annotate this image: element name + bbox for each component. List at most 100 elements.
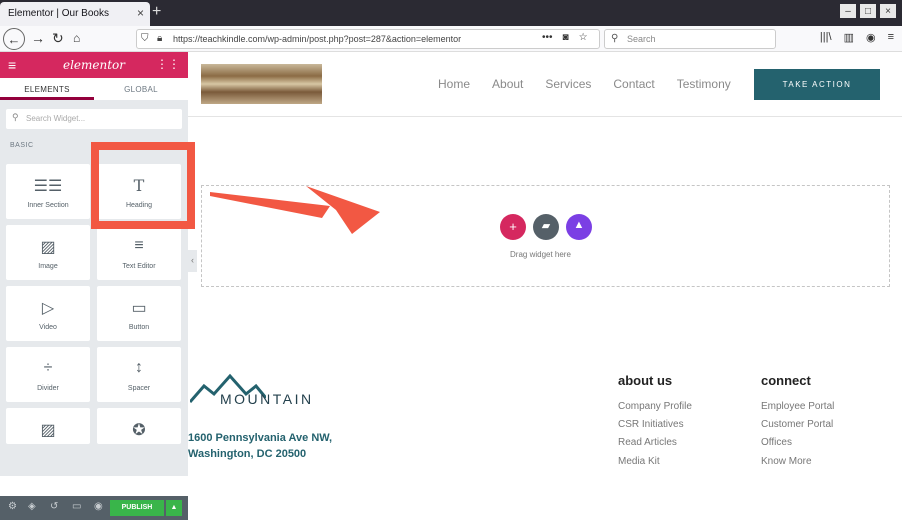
search-placeholder: Search	[627, 34, 656, 44]
panel-footer: ⚙ ◈ ↺ ▭ ◉ PUBLISH ▲	[0, 496, 188, 520]
bookmark-star-icon[interactable]: ☆	[579, 32, 588, 43]
footer-link[interactable]: Media Kit	[618, 456, 660, 467]
browser-tab[interactable]: Elementor | Our Books ×	[0, 2, 150, 26]
footer-link[interactable]: Know More	[761, 456, 812, 467]
footer-link[interactable]: Offices	[761, 437, 792, 448]
url-actions: ••• ◙ ☆	[542, 32, 588, 43]
widget-spacer[interactable]: ↕ Spacer	[97, 347, 181, 402]
image-box-icon: ▨	[40, 422, 56, 439]
widget-image[interactable]: ▨ Image	[6, 225, 90, 280]
maximize-icon[interactable]: □	[860, 4, 876, 18]
widget-text-editor[interactable]: ≡ Text Editor	[97, 225, 181, 280]
widget-label: Image	[38, 263, 58, 270]
widget-video[interactable]: ▷ Video	[6, 286, 90, 341]
url-text: https://teachkindle.com/wp-admin/post.ph…	[173, 34, 462, 44]
header-divider	[188, 116, 902, 117]
ai-assistant-icon[interactable]: ▲	[566, 214, 592, 240]
columns-icon: ☰☰	[33, 178, 63, 195]
tab-elements[interactable]: ELEMENTS	[0, 78, 94, 100]
divider-icon: ÷	[43, 359, 53, 376]
spacer-icon: ↕	[135, 359, 143, 376]
settings-icon[interactable]: ⚙	[8, 501, 17, 512]
footer-address: 1600 Pennsylvania Ave NW, Washington, DC…	[188, 430, 332, 462]
footer-link[interactable]: Employee Portal	[761, 401, 834, 412]
nav-services[interactable]: Services	[545, 77, 591, 91]
page-actions-icon[interactable]: •••	[542, 32, 553, 43]
take-action-button[interactable]: TAKE ACTION	[754, 69, 880, 100]
footer-connect-title: connect	[761, 373, 811, 388]
widget-icon[interactable]: ✪	[97, 408, 181, 444]
responsive-icon[interactable]: ▭	[72, 501, 81, 512]
url-bar[interactable]: ⛉ 🔒︎ https://teachkindle.com/wp-admin/po…	[136, 29, 600, 49]
video-icon: ▷	[41, 300, 55, 317]
widget-image-box[interactable]: ▨	[6, 408, 90, 444]
image-icon: ▨	[40, 239, 56, 256]
footer-link[interactable]: Company Profile	[618, 401, 692, 412]
tab-title: Elementor | Our Books	[8, 8, 109, 19]
section-label-basic: BASIC	[10, 142, 34, 149]
site-logo-image	[201, 64, 322, 104]
nav-testimony[interactable]: Testimony	[677, 77, 731, 91]
star-icon: ✪	[132, 422, 146, 439]
shield-icon: ⛉	[141, 33, 149, 44]
browser-tab-bar: Elementor | Our Books × + – □ ×	[0, 0, 902, 26]
drop-zone-text: Drag widget here	[510, 250, 571, 259]
widget-label: Inner Section	[27, 202, 69, 209]
search-icon: ⚲	[12, 112, 19, 122]
publish-button[interactable]: PUBLISH	[110, 500, 164, 516]
tab-global[interactable]: GLOBAL	[94, 78, 188, 100]
add-section-icon[interactable]: +	[500, 214, 526, 240]
search-input[interactable]: ⚲ Search	[604, 29, 776, 49]
pocket-icon[interactable]: ◙	[563, 32, 569, 43]
forward-icon[interactable]: →	[31, 30, 45, 46]
window-controls: – □ ×	[840, 4, 896, 18]
footer-about-title: about us	[618, 373, 673, 388]
browser-nav-bar: ← → ↻ ⌂ ⛉ 🔒︎ https://teachkindle.com/wp-…	[0, 26, 902, 52]
pointer-arrow-icon	[210, 186, 380, 234]
menu-icon[interactable]: ≡	[888, 31, 894, 44]
collapse-panel-icon[interactable]: ‹	[188, 250, 197, 272]
footer-brand: MOUNTAIN	[220, 391, 314, 407]
new-tab-button[interactable]: +	[152, 3, 161, 21]
close-window-icon[interactable]: ×	[880, 4, 896, 18]
publish-options-icon[interactable]: ▲	[166, 500, 182, 516]
footer-link[interactable]: CSR Initiatives	[618, 419, 684, 430]
widget-search-input[interactable]: ⚲ Search Widget...	[6, 109, 182, 129]
search-icon: ⚲	[611, 33, 619, 44]
text-editor-icon: ≡	[134, 237, 144, 254]
reload-icon[interactable]: ↻	[52, 30, 64, 47]
address-line-2: Washington, DC 20500	[188, 448, 307, 460]
back-icon[interactable]: ←	[3, 28, 25, 50]
panel-header: ≡ elementor ⋮⋮	[0, 52, 188, 78]
nav-about[interactable]: About	[492, 77, 523, 91]
history-icon[interactable]: ↺	[50, 501, 58, 512]
home-icon[interactable]: ⌂	[73, 31, 80, 45]
widgets-grid-icon[interactable]: ⋮⋮	[156, 57, 180, 71]
widget-label: Text Editor	[122, 263, 156, 270]
preview-icon[interactable]: ◉	[94, 501, 103, 512]
widget-inner-section[interactable]: ☰☰ Inner Section	[6, 164, 90, 219]
footer-link[interactable]: Read Articles	[618, 437, 677, 448]
widget-search-placeholder: Search Widget...	[26, 114, 86, 123]
nav-contact[interactable]: Contact	[613, 77, 654, 91]
minimize-icon[interactable]: –	[840, 4, 856, 18]
elementor-panel: ≡ elementor ⋮⋮ ELEMENTS GLOBAL ⚲ Search …	[0, 52, 188, 520]
account-icon[interactable]: ◉	[866, 31, 876, 44]
lock-icon: 🔒︎	[157, 33, 163, 44]
site-nav: Home About Services Contact Testimony	[438, 77, 753, 91]
widget-label: Spacer	[127, 385, 151, 392]
navigator-icon[interactable]: ◈	[28, 501, 36, 512]
widget-button[interactable]: ▭ Button	[97, 286, 181, 341]
button-icon: ▭	[131, 300, 147, 317]
footer-link[interactable]: Customer Portal	[761, 419, 833, 430]
widget-divider[interactable]: ÷ Divider	[6, 347, 90, 402]
highlight-box	[91, 142, 195, 229]
address-line-1: 1600 Pennsylvania Ave NW,	[188, 432, 333, 444]
library-icon[interactable]: |||\	[820, 31, 832, 44]
panel-tabs: ELEMENTS GLOBAL	[0, 78, 188, 100]
widget-label: Divider	[37, 385, 59, 392]
nav-home[interactable]: Home	[438, 77, 470, 91]
sidebar-icon[interactable]: ▥	[844, 31, 854, 44]
add-template-icon[interactable]: ▰	[533, 214, 559, 240]
close-tab-icon[interactable]: ×	[137, 6, 144, 20]
